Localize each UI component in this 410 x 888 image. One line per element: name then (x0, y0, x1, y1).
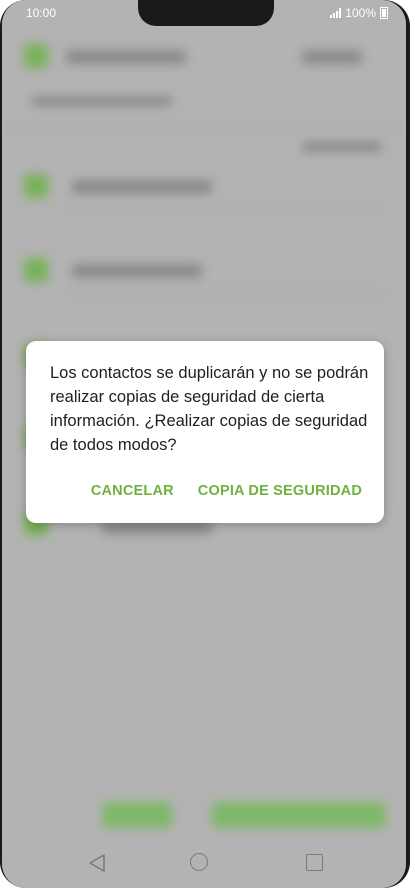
home-icon[interactable] (190, 853, 208, 871)
background-divider (2, 128, 406, 129)
dialog-message: Los contactos se duplicarán y no se podr… (50, 364, 369, 454)
dialog-actions: CANCELAR COPIA DE SEGURIDAD (91, 483, 362, 499)
battery-icon (380, 7, 388, 19)
background-checkbox (24, 258, 48, 282)
signal-icon (330, 8, 342, 18)
background-button-placeholder (212, 802, 386, 828)
background-checkbox (24, 44, 48, 68)
camera-notch (138, 0, 274, 26)
background-divider (66, 208, 386, 209)
navigation-bar (2, 836, 406, 888)
background-row-placeholder (72, 264, 202, 278)
background-action-placeholder (302, 50, 362, 64)
background-row-placeholder (72, 180, 212, 194)
cancel-button[interactable]: CANCELAR (91, 483, 174, 499)
screen: 10:00 100% Los contactos se duplicarán y… (2, 0, 406, 888)
background-button-placeholder (102, 802, 172, 828)
background-title-placeholder (66, 50, 186, 64)
background-subtitle-placeholder (32, 96, 172, 106)
recent-apps-icon[interactable] (306, 854, 323, 871)
status-time: 10:00 (26, 6, 57, 20)
phone-frame: 10:00 100% Los contactos se duplicarán y… (0, 0, 410, 888)
backup-button[interactable]: COPIA DE SEGURIDAD (198, 483, 362, 499)
background-divider (66, 292, 386, 293)
back-icon[interactable] (88, 854, 106, 872)
battery-percent: 100% (345, 6, 376, 20)
confirm-backup-dialog: Los contactos se duplicarán y no se podr… (26, 341, 384, 523)
background-label-placeholder (302, 142, 382, 152)
status-right: 100% (330, 6, 388, 20)
background-checkbox (24, 174, 48, 198)
